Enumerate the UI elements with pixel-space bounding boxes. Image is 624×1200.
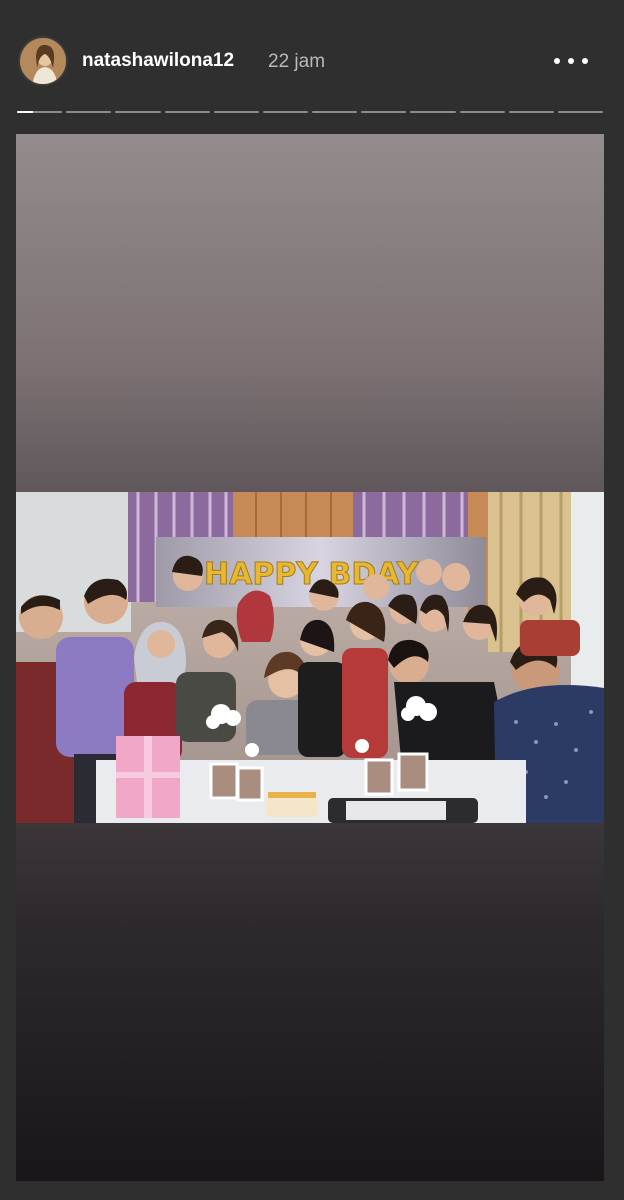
progress-segment bbox=[312, 111, 358, 113]
progress-segment bbox=[459, 111, 505, 113]
more-options-icon[interactable] bbox=[554, 52, 588, 70]
progress-segment bbox=[262, 111, 309, 113]
story-progress-bar bbox=[17, 111, 604, 115]
progress-segment bbox=[17, 111, 63, 113]
avatar-photo bbox=[20, 38, 66, 84]
progress-segment bbox=[213, 111, 259, 113]
more-dot bbox=[554, 58, 560, 64]
progress-segment bbox=[508, 111, 554, 113]
story-timestamp: 22 jam bbox=[268, 51, 326, 72]
progress-segment bbox=[115, 111, 161, 113]
group-birthday-photo: HAPPY BDAY bbox=[16, 492, 604, 823]
progress-segment bbox=[361, 111, 407, 113]
story-header: natashawilona12 22 jam bbox=[0, 0, 624, 110]
username-label[interactable]: natashawilona12 bbox=[82, 50, 234, 72]
user-avatar[interactable] bbox=[18, 36, 68, 86]
progress-segment-fill bbox=[17, 111, 33, 113]
story-content[interactable]: HAPPY BDAY bbox=[16, 134, 604, 1181]
progress-segment bbox=[557, 111, 604, 113]
progress-segment bbox=[410, 111, 456, 113]
instagram-story-viewer: natashawilona12 22 jam HAPPY BDAY bbox=[0, 0, 624, 1200]
story-photo: HAPPY BDAY bbox=[16, 492, 604, 823]
more-dot bbox=[582, 58, 588, 64]
progress-segment bbox=[66, 111, 112, 113]
progress-segment bbox=[164, 111, 210, 113]
more-dot bbox=[568, 58, 574, 64]
